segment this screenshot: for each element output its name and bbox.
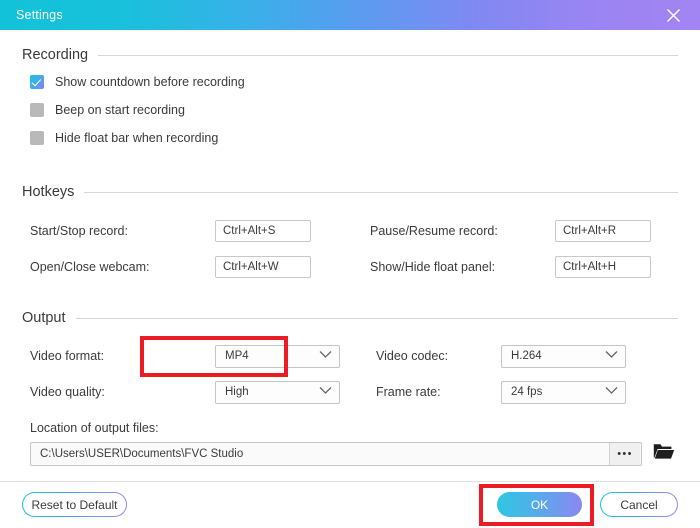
option-row-show-countdown[interactable]: Show countdown before recording	[22, 69, 678, 94]
hotkey-label-open-close-webcam: Open/Close webcam:	[30, 260, 150, 274]
footer-bar: Reset to Default OK Cancel	[0, 482, 700, 528]
section-header-hotkeys: Hotkeys	[22, 181, 678, 203]
output-location-input[interactable]: C:\Users\USER\Documents\FVC Studio •••	[30, 442, 642, 466]
open-folder-button[interactable]	[651, 442, 677, 466]
hotkey-start-stop: Start/Stop record: Ctrl+Alt+S	[22, 220, 362, 242]
section-divider-hotkeys	[84, 191, 678, 193]
video-quality-label: Video quality:	[30, 385, 105, 399]
video-format-group: Video format: MP4	[22, 344, 362, 368]
chevron-down-icon	[605, 386, 618, 398]
frame-rate-value: 24 fps	[511, 386, 543, 398]
hotkey-input-show-hide-float-panel[interactable]: Ctrl+Alt+H	[555, 256, 651, 278]
video-codec-dropdown[interactable]: H.264	[501, 344, 626, 368]
frame-rate-dropdown[interactable]: 24 fps	[501, 380, 626, 404]
hotkey-pause-resume: Pause/Resume record: Ctrl+Alt+R	[362, 220, 651, 242]
option-row-beep-on-start[interactable]: Beep on start recording	[22, 97, 678, 122]
close-button[interactable]	[656, 0, 690, 30]
hotkey-label-pause-resume: Pause/Resume record:	[370, 224, 498, 238]
option-label-show-countdown: Show countdown before recording	[55, 74, 245, 89]
output-row-2: Video quality: High Frame rate: 24 fps	[22, 380, 678, 404]
frame-rate-label: Frame rate:	[376, 385, 441, 399]
section-divider-recording	[98, 54, 678, 56]
settings-body: Recording Show countdown before recordin…	[0, 30, 700, 481]
video-format-label: Video format:	[30, 349, 105, 363]
reset-to-default-button[interactable]: Reset to Default	[22, 492, 127, 517]
option-row-hide-float-bar[interactable]: Hide float bar when recording	[22, 125, 678, 150]
section-divider-output	[75, 317, 678, 319]
output-location-value: C:\Users\USER\Documents\FVC Studio	[40, 448, 244, 460]
video-codec-value: H.264	[511, 350, 542, 362]
section-title-recording: Recording	[22, 47, 89, 63]
video-codec-group: Video codec: H.264	[362, 344, 626, 368]
checkbox-hide-float-bar[interactable]	[30, 130, 44, 145]
title-bar: Settings	[0, 0, 700, 30]
frame-rate-group: Frame rate: 24 fps	[362, 380, 626, 404]
folder-icon	[653, 442, 675, 466]
output-row-1: Video format: MP4 Video codec: H.264	[22, 344, 678, 368]
cancel-button[interactable]: Cancel	[600, 492, 678, 517]
chevron-down-icon	[319, 350, 332, 362]
section-header-recording: Recording	[22, 44, 678, 66]
checkbox-beep-on-start[interactable]	[30, 102, 44, 117]
option-label-hide-float-bar: Hide float bar when recording	[55, 130, 219, 145]
close-icon	[666, 8, 681, 23]
hotkey-row-2: Open/Close webcam: Ctrl+Alt+W Show/Hide …	[22, 255, 678, 279]
hotkey-input-open-close-webcam[interactable]: Ctrl+Alt+W	[215, 256, 311, 278]
video-format-dropdown[interactable]: MP4	[215, 344, 340, 368]
hotkey-label-start-stop: Start/Stop record:	[30, 224, 128, 238]
section-title-hotkeys: Hotkeys	[22, 184, 75, 200]
ok-button[interactable]: OK	[497, 492, 582, 517]
video-format-value: MP4	[225, 350, 249, 362]
output-location-label: Location of output files:	[30, 421, 159, 435]
hotkey-label-show-hide-float-panel: Show/Hide float panel:	[370, 260, 496, 274]
video-quality-group: Video quality: High	[22, 380, 362, 404]
video-quality-dropdown[interactable]: High	[215, 380, 340, 404]
window-title: Settings	[16, 8, 63, 22]
hotkey-show-hide-float-panel: Show/Hide float panel: Ctrl+Alt+H	[362, 256, 651, 278]
chevron-down-icon	[319, 386, 332, 398]
video-codec-label: Video codec:	[376, 349, 449, 363]
checkbox-show-countdown[interactable]	[30, 74, 44, 89]
video-quality-value: High	[225, 386, 249, 398]
hotkey-input-pause-resume[interactable]: Ctrl+Alt+R	[555, 220, 651, 242]
section-header-output: Output	[22, 307, 678, 329]
hotkey-row-1: Start/Stop record: Ctrl+Alt+S Pause/Resu…	[22, 219, 678, 243]
chevron-down-icon	[605, 350, 618, 362]
settings-window: Settings Recording Show countdown before…	[0, 0, 700, 528]
section-title-output: Output	[22, 310, 66, 326]
option-label-beep-on-start: Beep on start recording	[55, 102, 185, 117]
hotkey-open-close-webcam: Open/Close webcam: Ctrl+Alt+W	[22, 256, 362, 278]
browse-button[interactable]: •••	[609, 443, 640, 465]
hotkey-input-start-stop[interactable]: Ctrl+Alt+S	[215, 220, 311, 242]
output-location-row: C:\Users\USER\Documents\FVC Studio •••	[30, 442, 678, 466]
